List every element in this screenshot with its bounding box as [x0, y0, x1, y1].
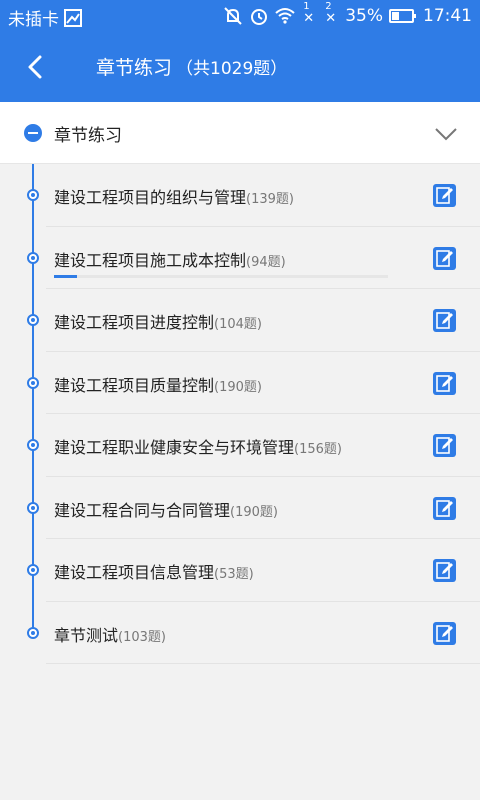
section-label: 章节测试(103题) — [54, 622, 166, 646]
battery-icon — [389, 9, 416, 23]
progress-fill — [54, 274, 78, 278]
section-label: 建设工程项目进度控制(104题) — [54, 309, 262, 333]
question-count: (94题) — [246, 254, 286, 270]
progress-bar — [54, 274, 388, 278]
battery-percent: 35% — [345, 6, 383, 26]
mute-icon — [224, 7, 242, 25]
timeline-dot — [27, 189, 39, 201]
section-label: 建设工程项目的组织与管理(139题) — [54, 184, 294, 208]
section-name: 建设工程项目施工成本控制 — [54, 250, 247, 270]
section-label: 建设工程项目质量控制(190题) — [54, 372, 262, 396]
section-row[interactable]: 建设工程职业健康安全与环境管理(156题) — [0, 414, 480, 477]
timeline-dot — [27, 439, 39, 451]
page-title-text: 章节练习 — [96, 57, 173, 79]
section-label: 建设工程合同与合同管理(190题) — [54, 497, 278, 521]
question-count: (104题) — [214, 317, 262, 332]
edit-icon[interactable] — [433, 184, 456, 207]
carrier-text: 未插卡 — [8, 10, 59, 30]
edit-icon[interactable] — [433, 559, 456, 582]
section-row[interactable]: 建设工程合同与合同管理(190题) — [0, 477, 480, 539]
wifi-icon — [275, 8, 295, 24]
page-title: 章节练习 （共1029题） — [96, 53, 287, 80]
section-label: 建设工程职业健康安全与环境管理(156题) — [54, 434, 342, 458]
app-bar: 章节练习 （共1029题） — [0, 32, 480, 102]
question-total: （共1029题） — [176, 59, 288, 79]
chevron-down-icon[interactable] — [432, 120, 460, 148]
clock: 17:41 — [423, 6, 472, 26]
section-list: 建设工程项目的组织与管理(139题) 建设工程项目施工成本控制(94题) 建设工程项… — [0, 164, 480, 664]
question-count: (156题) — [294, 442, 342, 457]
edit-icon[interactable] — [433, 621, 456, 645]
timeline-dot — [27, 626, 39, 639]
edit-icon[interactable] — [433, 496, 456, 520]
image-icon — [64, 8, 82, 27]
timeline-dot — [27, 564, 39, 576]
section-row[interactable]: 章节测试(103题) — [0, 602, 480, 664]
section-row[interactable]: 建设工程项目质量控制(190题) — [0, 352, 480, 414]
chapter-header[interactable]: 章节练习 — [0, 102, 480, 164]
question-count: (139题) — [246, 192, 294, 207]
section-name: 建设工程合同与合同管理 — [54, 500, 231, 520]
section-name: 建设工程项目进度控制 — [54, 313, 215, 332]
timeline-dot — [27, 314, 39, 326]
section-label: 建设工程项目施工成本控制(94题) — [54, 247, 286, 271]
status-bar: 未插卡 1 ✕ 2 ✕ 35% 17:41 — [0, 0, 480, 32]
back-arrow-icon[interactable] — [16, 47, 56, 87]
edit-icon[interactable] — [433, 434, 456, 457]
question-count: (53题) — [214, 567, 254, 582]
question-count: (103题) — [118, 629, 166, 645]
section-name: 建设工程职业健康安全与环境管理 — [54, 438, 295, 457]
section-name: 建设工程项目质量控制 — [54, 375, 215, 395]
section-name: 建设工程项目信息管理 — [54, 563, 215, 582]
question-count: (190题) — [230, 504, 278, 520]
collapse-icon[interactable] — [24, 124, 42, 142]
alarm-icon — [251, 9, 268, 25]
section-name: 建设工程项目的组织与管理 — [54, 188, 247, 207]
row-divider — [46, 663, 480, 664]
section-row[interactable]: 建设工程项目进度控制(104题) — [0, 289, 480, 352]
timeline-dot — [27, 501, 39, 514]
question-count: (190题) — [214, 379, 262, 395]
section-row[interactable]: 建设工程项目信息管理(53题) — [0, 539, 480, 602]
edit-icon[interactable] — [433, 309, 456, 332]
section-row[interactable]: 建设工程项目施工成本控制(94题) — [0, 227, 480, 289]
section-name: 章节测试 — [54, 625, 119, 645]
section-row[interactable]: 建设工程项目的组织与管理(139题) — [0, 164, 480, 227]
section-label: 建设工程项目信息管理(53题) — [54, 559, 254, 583]
chapter-title: 章节练习 — [54, 126, 122, 146]
no-signal-icon: 1 ✕ — [303, 1, 315, 26]
timeline-dot — [27, 376, 39, 389]
timeline-dot — [27, 251, 39, 264]
no-signal-icon: 2 ✕ — [325, 1, 337, 26]
edit-icon[interactable] — [433, 246, 456, 270]
edit-icon[interactable] — [433, 371, 456, 395]
